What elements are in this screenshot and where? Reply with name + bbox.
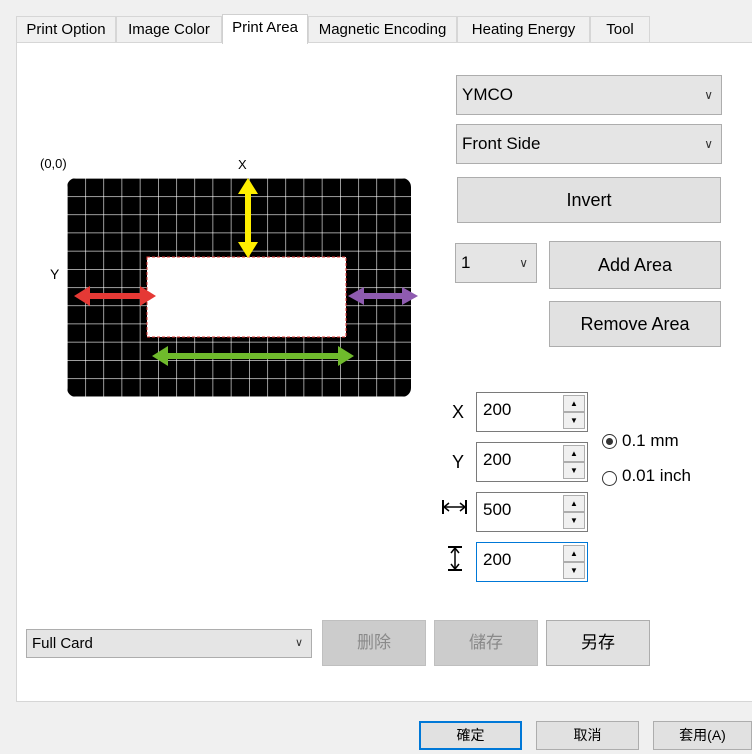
increment-arrow-icon[interactable]: ▲ (563, 545, 585, 562)
side-value: Front Side (462, 134, 541, 153)
save-preset-button[interactable]: 儲存 (434, 620, 538, 666)
width-icon (442, 500, 467, 514)
preset-value: Full Card (32, 635, 93, 652)
unit-mm-radio[interactable] (602, 434, 617, 449)
y-spinner-arrows: ▲ ▼ (563, 445, 585, 479)
decrement-arrow-icon[interactable]: ▼ (563, 512, 585, 529)
unit-inch-radio[interactable] (602, 471, 617, 486)
decrement-arrow-icon[interactable]: ▼ (563, 562, 585, 579)
increment-arrow-icon[interactable]: ▲ (563, 445, 585, 462)
remove-area-button[interactable]: Remove Area (549, 301, 721, 347)
delete-preset-button[interactable]: 删除 (322, 620, 426, 666)
preset-select[interactable]: Full Card ∨ (26, 629, 312, 658)
save-as-preset-button[interactable]: 另存 (546, 620, 650, 666)
y-field-label: Y (452, 452, 465, 472)
tab-print-option[interactable]: Print Option (16, 16, 116, 42)
width-spinner-arrows: ▲ ▼ (563, 495, 585, 529)
origin-label: (0,0) (40, 156, 67, 171)
x-value[interactable]: 200 (483, 400, 511, 420)
color-mode-value: YMCO (462, 85, 513, 104)
chevron-down-icon: ∨ (519, 256, 528, 270)
chevron-down-icon: ∨ (704, 88, 713, 102)
y-value[interactable]: 200 (483, 450, 511, 470)
height-value[interactable]: 200 (483, 550, 511, 570)
x-spinner-arrows: ▲ ▼ (563, 395, 585, 429)
diagram-y-label: Y (50, 266, 60, 282)
chevron-down-icon: ∨ (704, 137, 713, 151)
decrement-arrow-icon[interactable]: ▼ (563, 462, 585, 479)
tab-heating-energy[interactable]: Heating Energy (457, 16, 590, 42)
add-area-button[interactable]: Add Area (549, 241, 721, 289)
tab-bar: Print Option Image Color Print Area Magn… (16, 14, 752, 44)
width-value[interactable]: 500 (483, 500, 511, 520)
area-index-value: 1 (461, 253, 471, 272)
side-select[interactable]: Front Side ∨ (456, 124, 722, 164)
width-spinner[interactable]: 500 ▲ ▼ (476, 492, 588, 532)
color-mode-select[interactable]: YMCO ∨ (456, 75, 722, 115)
increment-arrow-icon[interactable]: ▲ (563, 495, 585, 512)
decrement-arrow-icon[interactable]: ▼ (563, 412, 585, 429)
cancel-button[interactable]: 取消 (536, 721, 639, 750)
increment-arrow-icon[interactable]: ▲ (563, 395, 585, 412)
x-spinner[interactable]: 200 ▲ ▼ (476, 392, 588, 432)
ok-button[interactable]: 確定 (419, 721, 522, 750)
area-index-select[interactable]: 1 ∨ (455, 243, 537, 283)
height-spinner[interactable]: 200 ▲ ▼ (476, 542, 588, 582)
apply-button[interactable]: 套用(A) (653, 721, 752, 750)
tab-magnetic-encoding[interactable]: Magnetic Encoding (308, 16, 457, 42)
invert-button[interactable]: Invert (457, 177, 721, 223)
height-spinner-arrows: ▲ ▼ (563, 545, 585, 579)
unit-mm-label[interactable]: 0.1 mm (622, 431, 679, 451)
chevron-down-icon: ∨ (294, 637, 303, 649)
tab-image-color[interactable]: Image Color (116, 16, 222, 42)
print-area-diagram (67, 178, 418, 397)
y-spinner[interactable]: 200 ▲ ▼ (476, 442, 588, 482)
x-field-label: X (452, 402, 465, 422)
unit-inch-label[interactable]: 0.01 inch (622, 466, 691, 486)
print-area-rect (146, 256, 347, 338)
tab-tool[interactable]: Tool (590, 16, 650, 42)
radio-selected-dot (606, 438, 613, 445)
height-icon (448, 546, 462, 571)
tab-print-area[interactable]: Print Area (222, 14, 308, 44)
